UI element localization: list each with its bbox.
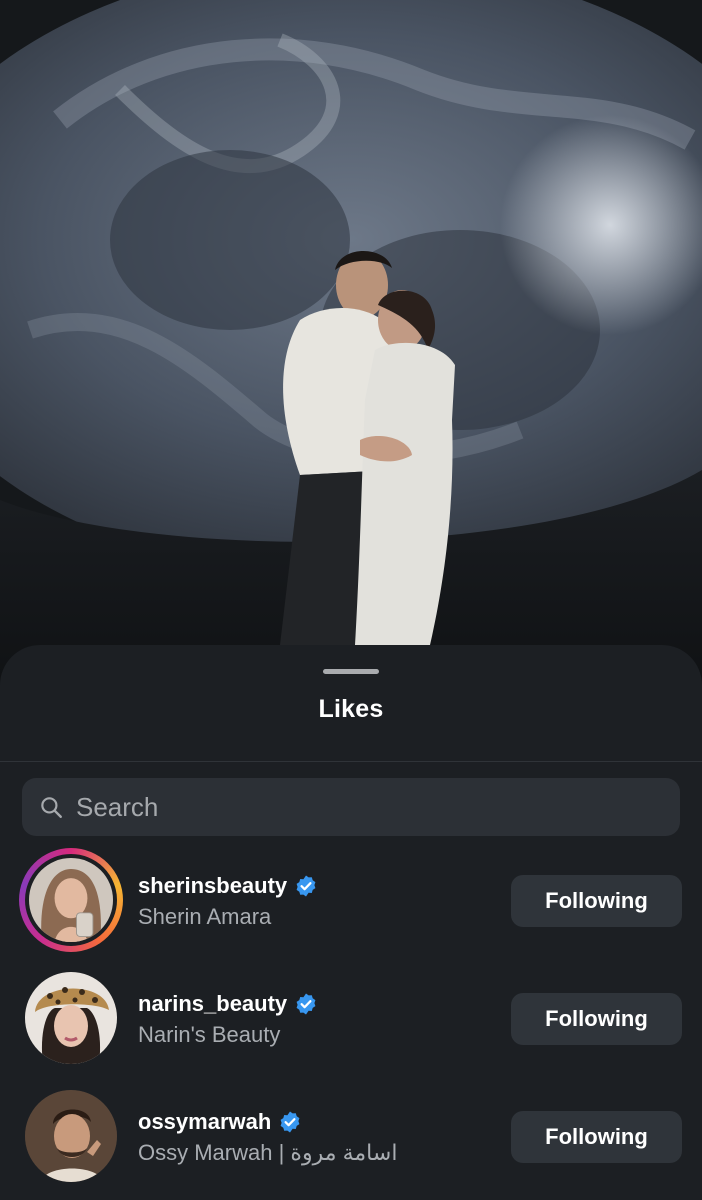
following-button[interactable]: Following [511, 993, 682, 1045]
list-item[interactable]: narins_beauty Narin's Beauty Following [0, 963, 702, 1081]
list-item[interactable]: sherinsbeauty Sherin Amara Following [0, 845, 702, 963]
verified-badge-icon [280, 1111, 300, 1133]
avatar [25, 972, 117, 1064]
sheet-title: Likes [318, 695, 384, 723]
user-info: narins_beauty Narin's Beauty [138, 990, 318, 1048]
username-row: narins_beauty [138, 990, 318, 1018]
username[interactable]: sherinsbeauty [138, 873, 287, 899]
user-info: sherinsbeauty Sherin Amara [138, 872, 318, 930]
likes-sheet: Likes sherinsbeauty [0, 645, 702, 1200]
user-info: ossymarwah Ossy Marwah | اسامة مروة [138, 1108, 397, 1166]
story-ring[interactable] [19, 848, 123, 952]
avatar-container[interactable] [19, 966, 123, 1070]
full-name: Ossy Marwah | اسامة مروة [138, 1140, 398, 1165]
post-photo [0, 0, 702, 700]
avatar [25, 1090, 117, 1182]
sheet-grabber[interactable] [323, 669, 379, 674]
verified-badge-icon [296, 875, 316, 897]
full-name: Sherin Amara [138, 904, 272, 929]
username[interactable]: ossymarwah [138, 1109, 271, 1135]
username-row: ossymarwah [138, 1108, 397, 1136]
full-name: Narin's Beauty [138, 1022, 281, 1047]
search-bar[interactable] [22, 778, 680, 836]
username[interactable]: narins_beauty [138, 991, 287, 1017]
following-button[interactable]: Following [511, 875, 682, 927]
username-row: sherinsbeauty [138, 872, 318, 900]
search-input[interactable] [76, 791, 636, 823]
following-button[interactable]: Following [511, 1111, 682, 1163]
search-icon [41, 797, 62, 818]
avatar [25, 854, 117, 946]
list-item[interactable]: ossymarwah Ossy Marwah | اسامة مروة Foll… [0, 1081, 702, 1199]
verified-badge-icon [296, 993, 316, 1015]
avatar-container[interactable] [19, 1084, 123, 1188]
divider [0, 761, 702, 762]
